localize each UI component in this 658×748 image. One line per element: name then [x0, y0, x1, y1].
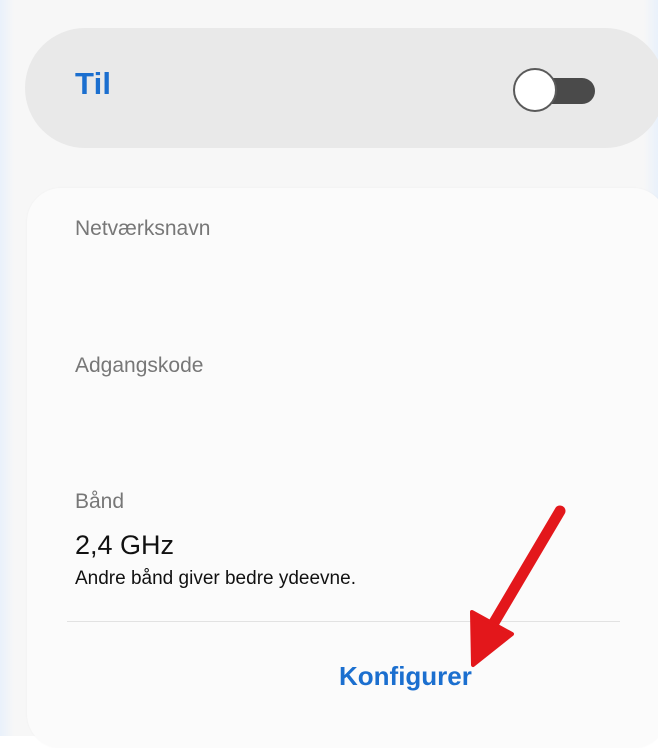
password-label[interactable]: Adgangskode — [75, 354, 203, 378]
toggle-label: Til — [75, 66, 112, 101]
configure-button[interactable]: Konfigurer — [339, 661, 472, 692]
toggle-switch-icon[interactable] — [513, 68, 597, 112]
hotspot-toggle-row[interactable]: Til — [25, 28, 658, 148]
network-name-label[interactable]: Netværksnavn — [75, 217, 210, 241]
divider — [67, 621, 620, 622]
band-description: Andre bånd giver bedre ydeevne. — [75, 568, 356, 589]
band-label[interactable]: Bånd — [75, 490, 124, 514]
hotspot-settings-card: Netværksnavn Adgangskode Bånd 2,4 GHz An… — [27, 188, 658, 748]
switch-knob — [513, 68, 557, 112]
band-value: 2,4 GHz — [75, 530, 175, 560]
screen-background: Til Netværksnavn Adgangskode Bånd 2,4 GH… — [0, 0, 658, 748]
